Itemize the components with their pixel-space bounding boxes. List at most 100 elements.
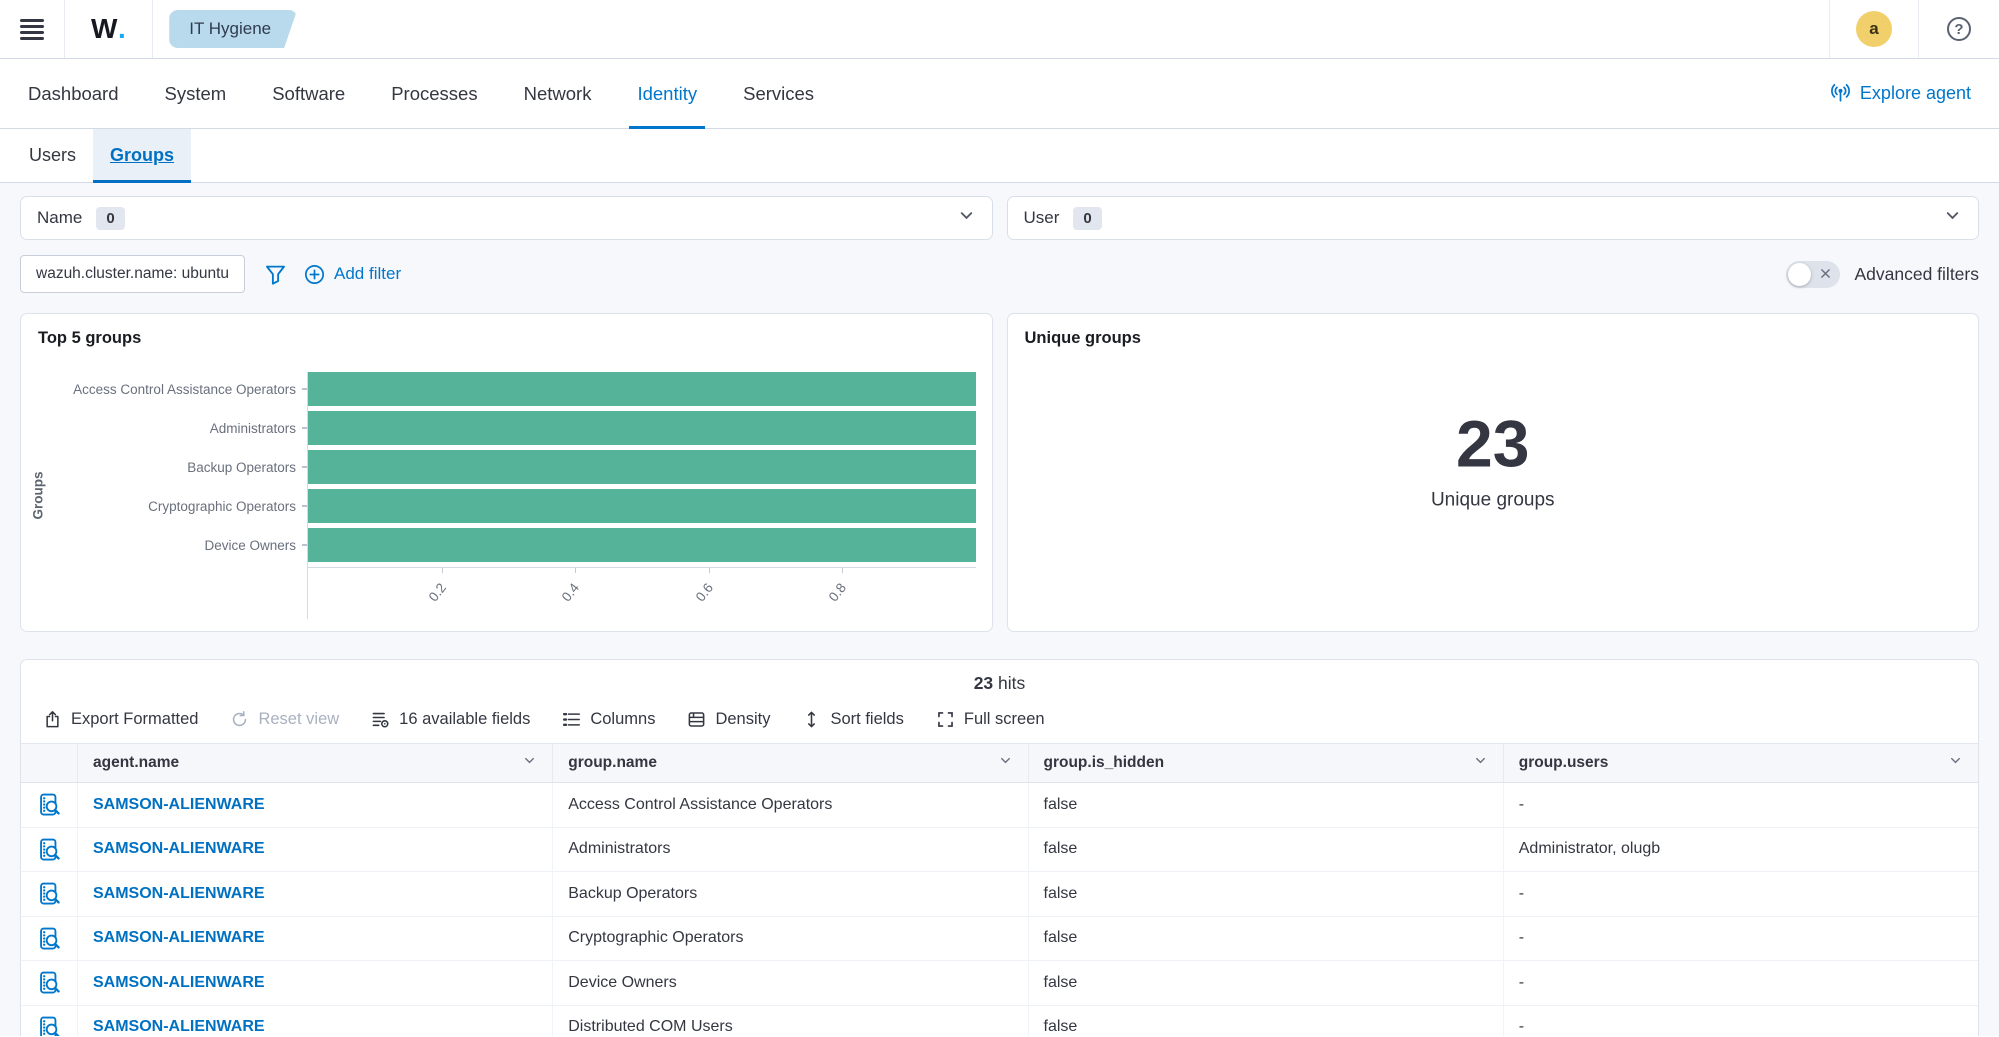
hits-number: 23 bbox=[974, 673, 993, 693]
column-header-group-name[interactable]: group.name bbox=[552, 744, 1027, 782]
bar[interactable] bbox=[308, 411, 976, 445]
group-users-cell: - bbox=[1503, 783, 1978, 827]
columns-label: Columns bbox=[590, 710, 655, 729]
metric-panel-title: Unique groups bbox=[1008, 314, 1979, 348]
wazuh-logo[interactable]: W. bbox=[65, 13, 152, 45]
bar[interactable] bbox=[308, 372, 976, 406]
explore-agent-button[interactable]: Explore agent bbox=[1830, 59, 1971, 128]
cluster-filter-pill[interactable]: wazuh.cluster.name: ubuntu bbox=[20, 255, 245, 293]
identity-subtabs: Users Groups bbox=[0, 129, 1999, 183]
inspect-row-button[interactable] bbox=[21, 828, 77, 872]
x-tick-label: 0.6 bbox=[678, 580, 716, 622]
agent-name-link[interactable]: SAMSON-ALIENWARE bbox=[93, 796, 265, 814]
group-is-hidden-cell: false bbox=[1028, 872, 1503, 916]
module-tabs: Dashboard System Software Processes Netw… bbox=[0, 59, 1999, 129]
group-users-cell: - bbox=[1503, 872, 1978, 916]
reset-view-button[interactable]: Reset view bbox=[230, 710, 339, 729]
hamburger-menu-button[interactable] bbox=[0, 0, 64, 58]
column-header-group-users[interactable]: group.users bbox=[1503, 744, 1978, 782]
table-header-row: agent.name group.name group.is_hidden gr… bbox=[21, 743, 1978, 783]
tab-processes[interactable]: Processes bbox=[391, 59, 477, 128]
agent-name-link[interactable]: SAMSON-ALIENWARE bbox=[93, 1018, 265, 1036]
tab-network[interactable]: Network bbox=[524, 59, 592, 128]
export-formatted-button[interactable]: Export Formatted bbox=[43, 710, 198, 729]
user-filter-select[interactable]: User 0 bbox=[1007, 196, 1980, 240]
inspect-row-button[interactable] bbox=[21, 872, 77, 916]
inspect-document-icon bbox=[37, 792, 62, 817]
available-fields-button[interactable]: 16 available fields bbox=[371, 710, 530, 729]
user-filter-count-badge: 0 bbox=[1073, 207, 1101, 230]
toggle-knob bbox=[1788, 263, 1811, 286]
sort-fields-label: Sort fields bbox=[830, 710, 903, 729]
chevron-down-icon bbox=[1473, 753, 1488, 773]
inspect-row-button[interactable] bbox=[21, 961, 77, 1005]
it-hygiene-breadcrumb-badge[interactable]: IT Hygiene bbox=[169, 10, 297, 48]
advanced-filters-label: Advanced filters bbox=[1854, 264, 1979, 285]
tab-system[interactable]: System bbox=[165, 59, 227, 128]
export-formatted-label: Export Formatted bbox=[71, 710, 198, 729]
add-filter-button[interactable]: Add filter bbox=[304, 264, 401, 285]
bar[interactable] bbox=[308, 489, 976, 523]
group-name-cell: Access Control Assistance Operators bbox=[552, 783, 1027, 827]
hits-count: 23 hits bbox=[21, 660, 1978, 702]
row-actions-header bbox=[21, 744, 77, 782]
inspect-row-button[interactable] bbox=[21, 783, 77, 827]
density-label: Density bbox=[715, 710, 770, 729]
column-header-group-is-hidden[interactable]: group.is_hidden bbox=[1028, 744, 1503, 782]
group-name-cell: Device Owners bbox=[552, 961, 1027, 1005]
unique-groups-value: 23 bbox=[1008, 408, 1979, 481]
bar-category-label: Backup Operators bbox=[55, 450, 307, 484]
inspect-row-button[interactable] bbox=[21, 917, 77, 961]
column-header-agent-name[interactable]: agent.name bbox=[77, 744, 552, 782]
subtab-users[interactable]: Users bbox=[12, 129, 93, 182]
group-name-cell: Cryptographic Operators bbox=[552, 917, 1027, 961]
agent-name-link[interactable]: SAMSON-ALIENWARE bbox=[93, 929, 265, 947]
hits-word: hits bbox=[998, 673, 1025, 693]
group-name-cell: Backup Operators bbox=[552, 872, 1027, 916]
inspect-document-icon bbox=[37, 926, 62, 951]
name-filter-select[interactable]: Name 0 bbox=[20, 196, 993, 240]
filter-funnel-button[interactable] bbox=[265, 264, 286, 285]
full-screen-button[interactable]: Full screen bbox=[936, 710, 1045, 729]
subtab-groups[interactable]: Groups bbox=[93, 129, 191, 182]
refresh-icon bbox=[230, 710, 249, 729]
name-filter-count-badge: 0 bbox=[96, 207, 124, 230]
group-users-cell: - bbox=[1503, 961, 1978, 1005]
bar-category-label: Access Control Assistance Operators bbox=[55, 372, 307, 406]
inspect-row-button[interactable] bbox=[21, 1006, 77, 1037]
plus-circle-icon bbox=[304, 264, 325, 285]
advanced-filters-toggle[interactable] bbox=[1786, 261, 1840, 288]
density-button[interactable]: Density bbox=[687, 710, 770, 729]
x-axis: 0.20.40.60.8 bbox=[308, 567, 976, 619]
table-row: SAMSON-ALIENWARE Access Control Assistan… bbox=[21, 783, 1978, 828]
agent-name-link[interactable]: SAMSON-ALIENWARE bbox=[93, 840, 265, 858]
user-filter-label: User bbox=[1024, 208, 1060, 228]
table-toolbar: Export Formatted Reset view 16 available… bbox=[21, 702, 1978, 743]
chevron-down-icon bbox=[1943, 206, 1962, 230]
bar-chart-labels: Access Control Assistance OperatorsAdmin… bbox=[55, 372, 307, 619]
unique-groups-panel: Unique groups 23 Unique groups bbox=[1007, 313, 1980, 632]
agent-name-link[interactable]: SAMSON-ALIENWARE bbox=[93, 974, 265, 992]
tab-software[interactable]: Software bbox=[272, 59, 345, 128]
columns-button[interactable]: Columns bbox=[562, 710, 655, 729]
y-axis-title: Groups bbox=[31, 471, 46, 519]
explore-agent-label: Explore agent bbox=[1860, 83, 1971, 104]
sort-fields-button[interactable]: Sort fields bbox=[802, 710, 903, 729]
help-icon[interactable]: ? bbox=[1947, 17, 1971, 41]
name-filter-label: Name bbox=[37, 208, 82, 228]
tab-services[interactable]: Services bbox=[743, 59, 814, 128]
inspect-document-icon bbox=[37, 970, 62, 995]
group-name-cell: Administrators bbox=[552, 828, 1027, 872]
full-screen-label: Full screen bbox=[964, 710, 1045, 729]
group-is-hidden-cell: false bbox=[1028, 828, 1503, 872]
chart-title: Top 5 groups bbox=[21, 314, 992, 348]
tab-dashboard[interactable]: Dashboard bbox=[28, 59, 119, 128]
user-avatar[interactable]: a bbox=[1856, 11, 1892, 47]
hamburger-menu-icon bbox=[20, 19, 44, 40]
antenna-icon bbox=[1830, 83, 1851, 104]
bar[interactable] bbox=[308, 450, 976, 484]
agent-name-link[interactable]: SAMSON-ALIENWARE bbox=[93, 885, 265, 903]
bar[interactable] bbox=[308, 528, 976, 562]
tab-identity[interactable]: Identity bbox=[637, 59, 697, 128]
group-users-cell: - bbox=[1503, 1006, 1978, 1037]
